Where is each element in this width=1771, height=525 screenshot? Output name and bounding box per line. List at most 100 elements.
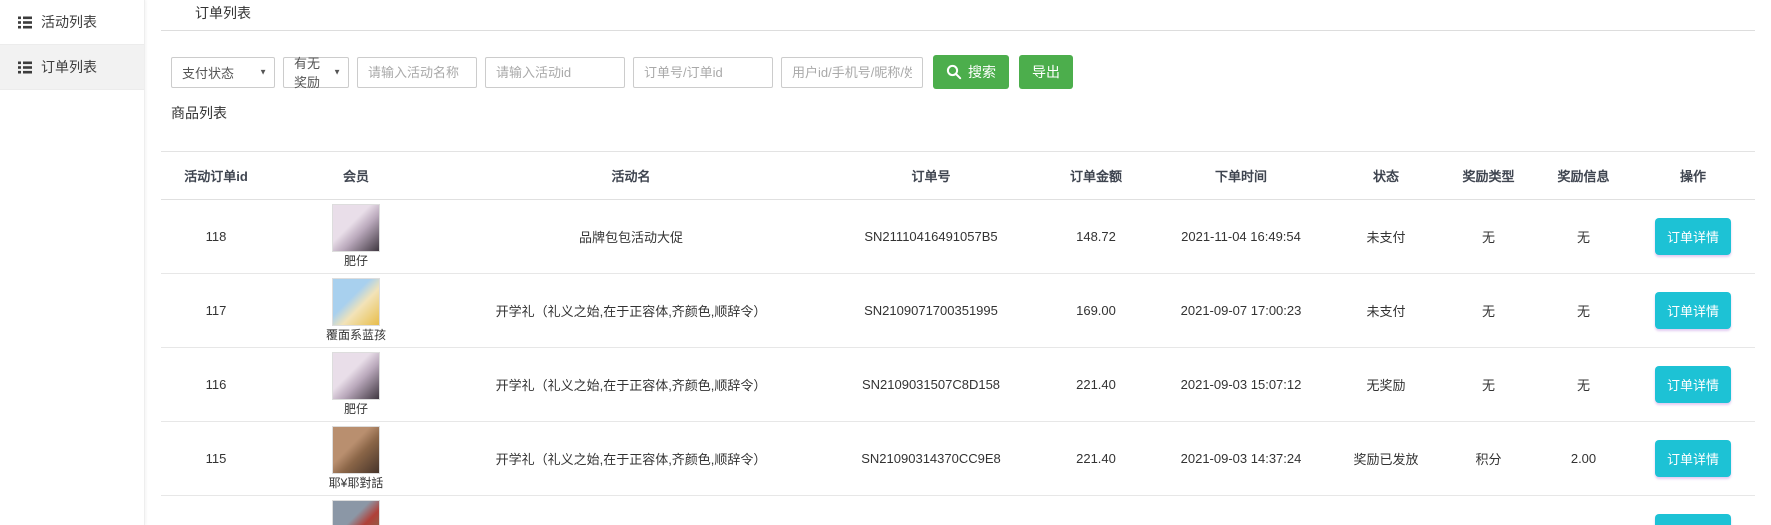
table-row: 115耶¥耶對話开学礼（礼义之始,在于正容体,齐颜色,顺辞令）SN2109031… [161,422,1755,496]
cell-amount: 221.40 [1041,348,1151,422]
member-name: 耶¥耶對話 [329,476,384,491]
member-name: 覆面系蓝孩 [326,328,386,343]
filter-bar: 支付状态 ▼ 有无奖励 ▼ 搜索 导出 [171,55,1755,89]
order-detail-button[interactable]: 订单详情 [1655,366,1731,403]
cell-amount: 5.00 [1041,496,1151,525]
order-detail-button[interactable]: 订单详情 [1655,292,1731,329]
app-window: 活动列表 订单列表 订单列表 支付状态 ▼ 有无奖励 ▼ [0,0,1771,525]
column-header: 订单号 [821,152,1041,200]
cell-status: 未支付 [1331,274,1441,348]
cell-reward-info: 无 [1536,348,1631,422]
sidebar-item-order-list[interactable]: 订单列表 [0,45,144,90]
column-header: 奖励信息 [1536,152,1631,200]
column-header: 状态 [1331,152,1441,200]
member-avatar [332,278,380,326]
column-header: 下单时间 [1151,152,1331,200]
cell-status: 未支付 [1331,200,1441,274]
column-header: 奖励类型 [1441,152,1536,200]
cell-amount: 221.40 [1041,422,1151,496]
table-row: 117 覆面系蓝孩 开学礼（礼义之始,在于正容体,齐颜色,顺辞令）SN2109071… [161,274,1755,348]
cell-reward-type: 积分 [1441,422,1536,496]
sidebar-item-activity-list[interactable]: 活动列表 [0,0,144,45]
reward-filter-value: 有无奖励 [294,53,326,91]
table-row: 114carrot开学礼（礼义之始,在于正容体,齐颜色,顺辞令）SN210617… [161,496,1755,525]
payment-status-value: 支付状态 [182,63,234,82]
cell-reward-type: 无 [1441,274,1536,348]
cell-activity-name: 开学礼（礼义之始,在于正容体,齐颜色,顺辞令） [441,422,821,496]
order-no-input[interactable] [633,57,773,88]
cell-order-time: 2021-09-03 15:07:12 [1151,348,1331,422]
cell-order-no: SN2109031507C8D158 [821,348,1041,422]
user-input[interactable] [781,57,923,88]
cell-activity-name: 品牌包包活动大促 [441,200,821,274]
table-header-row: 活动订单id会员活动名订单号订单金额下单时间状态奖励类型奖励信息操作 [161,152,1755,200]
cell-order-no: SN2109071700351995 [821,274,1041,348]
cell-order-time: 2021-09-07 17:00:23 [1151,274,1331,348]
activity-id-input[interactable] [485,57,625,88]
order-table-panel: 活动订单id会员活动名订单号订单金额下单时间状态奖励类型奖励信息操作 118肥仔… [161,151,1755,525]
activity-name-input[interactable] [357,57,477,88]
search-button-label: 搜索 [968,62,996,82]
cell-order-id: 116 [161,348,271,422]
search-icon [946,64,962,80]
chevron-down-icon: ▼ [333,68,341,77]
cell-activity-name: 开学礼（礼义之始,在于正容体,齐颜色,顺辞令） [441,496,821,525]
cell-status: 奖励已发放 [1331,422,1441,496]
cell-reward-info: 无 [1536,200,1631,274]
export-button[interactable]: 导出 [1019,55,1073,89]
cell-order-id: 115 [161,422,271,496]
cell-order-id: 117 [161,274,271,348]
member-avatar [332,500,380,525]
cell-member: 耶¥耶對話 [271,422,441,496]
section-title: 商品列表 [171,103,1755,123]
cell-amount: 169.00 [1041,274,1151,348]
list-icon [18,16,32,29]
cell-order-no: SN21061722014B392C [821,496,1041,525]
order-table: 活动订单id会员活动名订单号订单金额下单时间状态奖励类型奖励信息操作 118肥仔… [161,152,1755,525]
order-detail-button[interactable]: 订单详情 [1655,440,1731,477]
table-row: 116 肥仔 开学礼（礼义之始,在于正容体,齐颜色,顺辞令）SN2109031507… [161,348,1755,422]
tab-order-list[interactable]: 订单列表 [193,0,253,30]
sidebar-item-label: 订单列表 [41,57,97,77]
member-name: 肥仔 [344,254,368,269]
cell-order-time: 2021-09-03 14:37:24 [1151,422,1331,496]
table-row: 118肥仔品牌包包活动大促SN21110416491057B5148.72202… [161,200,1755,274]
cell-action: 订单详情 [1631,200,1755,274]
cell-member: 肥仔 [271,200,441,274]
cell-order-time: 2021-11-04 16:49:54 [1151,200,1331,274]
cell-order-no: SN21110416491057B5 [821,200,1041,274]
member-avatar [332,204,380,252]
cell-reward-info: 无 [1536,274,1631,348]
table-body: 118肥仔品牌包包活动大促SN21110416491057B5148.72202… [161,200,1755,525]
cell-status: 无奖励 [1331,348,1441,422]
column-header: 订单金额 [1041,152,1151,200]
column-header: 活动名 [441,152,821,200]
payment-status-select[interactable]: 支付状态 ▼ [171,57,275,88]
cell-reward-type: 无 [1441,200,1536,274]
sidebar: 活动列表 订单列表 [0,0,145,525]
member-name: 肥仔 [344,402,368,417]
search-button[interactable]: 搜索 [933,55,1009,89]
cell-reward-type: 无 [1441,348,1536,422]
cell-member: 覆面系蓝孩 [271,274,441,348]
member-avatar [332,352,380,400]
cell-activity-name: 开学礼（礼义之始,在于正容体,齐颜色,顺辞令） [441,348,821,422]
member-avatar [332,426,380,474]
sidebar-item-label: 活动列表 [41,12,97,32]
cell-reward-info: 2.00 [1536,422,1631,496]
cell-action: 订单详情 [1631,496,1755,525]
cell-amount: 148.72 [1041,200,1151,274]
column-header: 活动订单id [161,152,271,200]
column-header: 会员 [271,152,441,200]
reward-filter-select[interactable]: 有无奖励 ▼ [283,57,349,88]
chevron-down-icon: ▼ [259,68,267,77]
main-content: 订单列表 支付状态 ▼ 有无奖励 ▼ 搜索 [145,0,1771,525]
cell-member: carrot [271,496,441,525]
cell-action: 订单详情 [1631,348,1755,422]
order-detail-button[interactable]: 订单详情 [1655,218,1731,255]
order-detail-button[interactable]: 订单详情 [1655,514,1731,525]
cell-activity-name: 开学礼（礼义之始,在于正容体,齐颜色,顺辞令） [441,274,821,348]
tabbar: 订单列表 [161,0,1755,31]
cell-action: 订单详情 [1631,274,1755,348]
cell-reward-info: 无 [1536,496,1631,525]
